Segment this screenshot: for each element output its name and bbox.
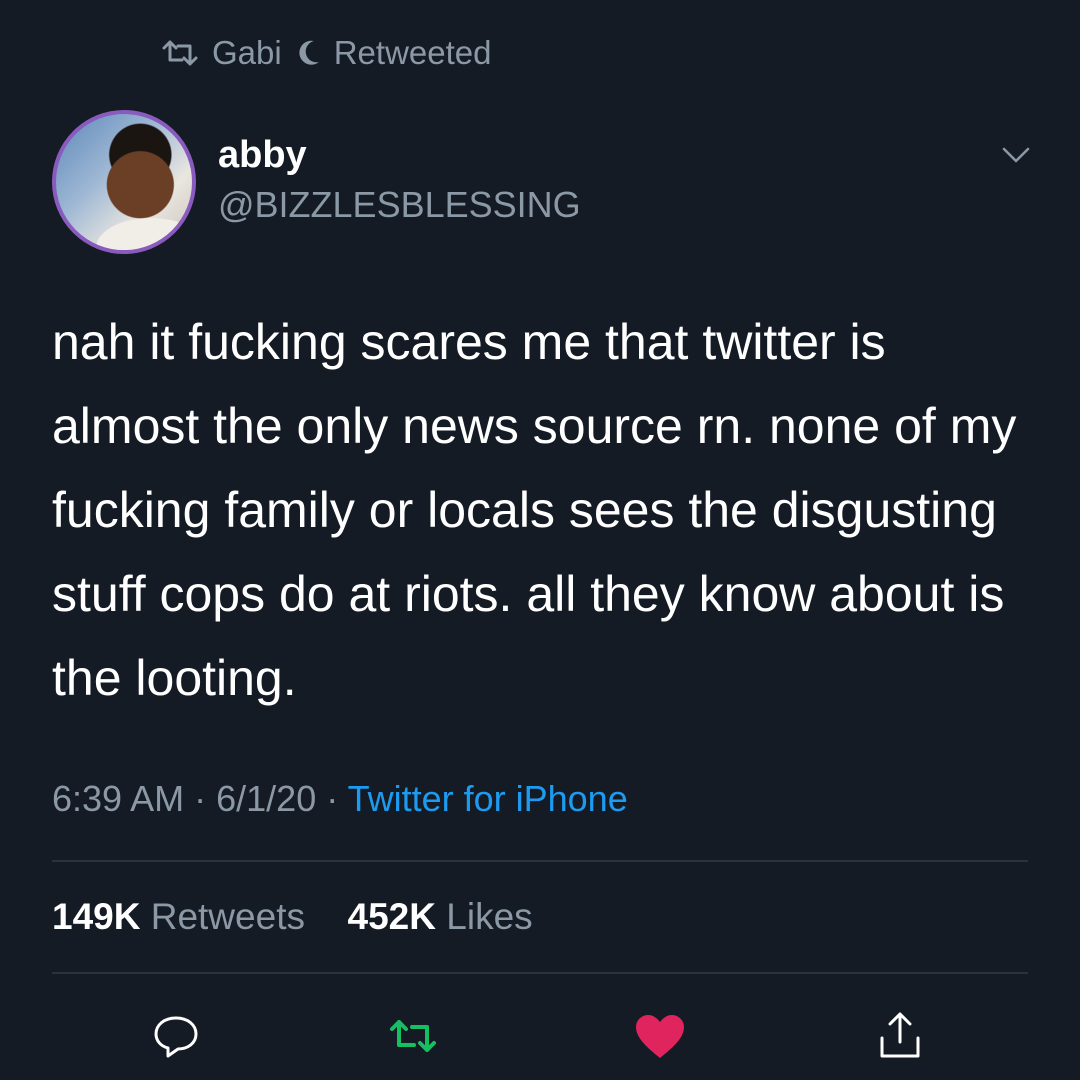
heart-icon [636,1015,684,1058]
retweet-icon [160,38,200,68]
meta-separator: · [326,778,339,819]
avatar[interactable] [52,110,196,254]
retweet-button[interactable] [385,1010,441,1062]
retweet-context: Gabi Retweeted [160,34,491,72]
tweet-meta: 6:39 AM · 6/1/20 · Twitter for iPhone [52,778,628,820]
tweet-text: nah it fucking scares me that twitter is… [52,314,1017,706]
meta-separator: · [194,778,207,819]
tweet-date: 6/1/20 [216,778,317,819]
tweet-time: 6:39 AM [52,778,185,819]
share-icon [880,1012,920,1058]
moon-icon [294,38,322,68]
user-handle[interactable]: @BIZZLESBLESSING [218,184,581,226]
likes-label[interactable]: Likes [446,896,532,937]
retweets-label[interactable]: Retweets [151,896,305,937]
reply-icon [154,1016,198,1058]
share-button[interactable] [872,1010,928,1062]
retweets-count[interactable]: 149K [52,896,140,937]
divider [52,860,1028,862]
retweeted-label: Retweeted [333,34,492,71]
avatar-shoulder [96,218,192,250]
tweet-stats: 149K Retweets 452K Likes [52,896,533,938]
tweet-source-link[interactable]: Twitter for iPhone [348,778,628,819]
divider [52,972,1028,974]
reply-button[interactable] [148,1010,204,1062]
retweeter-name[interactable]: Gabi [212,34,282,72]
display-name[interactable]: abby [218,134,307,177]
likes-count[interactable]: 452K [348,896,436,937]
chevron-down-icon[interactable] [996,140,1036,170]
retweet-icon [390,1020,436,1052]
like-button[interactable] [632,1010,688,1062]
